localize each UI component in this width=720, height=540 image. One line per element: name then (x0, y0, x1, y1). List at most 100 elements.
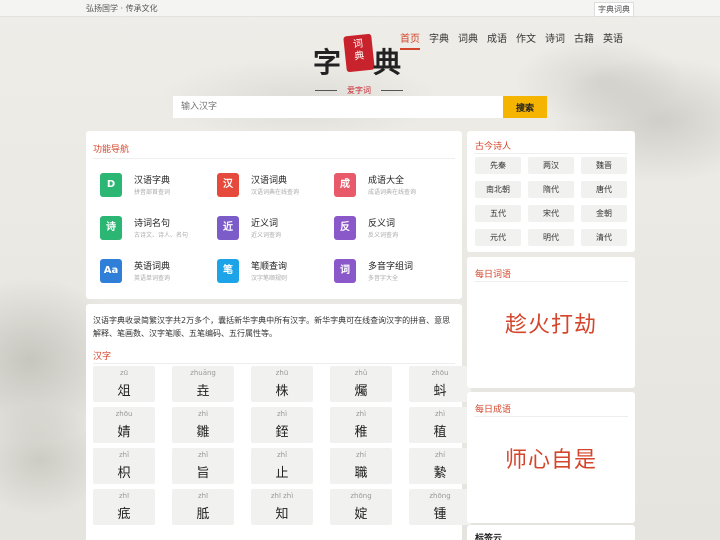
divider (93, 363, 455, 364)
hanzi-card[interactable]: zhì 雛 (172, 407, 234, 443)
hanzi-card[interactable]: zhī 疷 (93, 489, 155, 525)
function-icon: 汉 (217, 173, 239, 197)
nav-item[interactable]: 作文 (516, 30, 536, 50)
hanzi-panel: 汉语字典收录简繁汉字共2万多个，囊括新华字典中所有汉字。新华字典可在线查询汉字的… (86, 304, 471, 540)
site-slogan: 弘扬国学 · 传承文化 (86, 4, 158, 13)
brand-link[interactable]: 字典词典 (594, 2, 634, 17)
era-button[interactable]: 两汉 (528, 157, 574, 174)
function-nav-item[interactable]: 词 多音字组词 多音字大全 (334, 257, 444, 291)
nav-item[interactable]: 英语 (603, 30, 623, 50)
hanzi-card[interactable]: zū 俎 (93, 366, 155, 402)
pinyin: zhǐ (197, 451, 209, 459)
hanzi-char: 疷 (117, 507, 131, 522)
hanzi-card[interactable]: zhū 株 (251, 366, 313, 402)
pinyin: zhuāng (190, 369, 216, 377)
main-nav: 首页 字典 词典 成语 作文 诗词 古籍 英语 (400, 30, 623, 50)
function-icon: 反 (334, 216, 356, 240)
search-input[interactable] (173, 96, 503, 118)
hanzi-card[interactable]: zhí 縶 (409, 448, 471, 484)
era-button[interactable]: 魏晋 (581, 157, 627, 174)
hanzi-card[interactable]: zhǐ 旨 (172, 448, 234, 484)
pinyin: zhì (434, 410, 446, 418)
function-nav-item[interactable]: D 汉语字典 拼音部首查词 (100, 171, 210, 205)
function-name: 成语大全 (368, 176, 405, 186)
function-name: 诗词名句 (134, 219, 171, 229)
hanzi-char: 婝 (354, 507, 368, 522)
nav-item[interactable]: 诗词 (545, 30, 565, 50)
nav-item[interactable]: 首页 (400, 30, 420, 50)
function-icon: 词 (334, 259, 356, 283)
era-button[interactable]: 先秦 (475, 157, 521, 174)
era-button[interactable]: 南北朝 (475, 181, 521, 198)
search-button[interactable]: 搜索 (503, 96, 547, 118)
era-button[interactable]: 宋代 (528, 205, 574, 222)
hanzi-card[interactable]: zhī zhì 知 (251, 489, 313, 525)
pinyin: zhì (197, 410, 209, 418)
logo-seal: 词 典 (343, 33, 375, 73)
hanzi-card[interactable]: zhōu 婧 (93, 407, 155, 443)
hanzi-char: 蚪 (433, 384, 447, 399)
pinyin: zhí (355, 451, 367, 459)
era-button[interactable]: 唐代 (581, 181, 627, 198)
function-nav-item[interactable]: 近 近义词 近义词查询 (217, 214, 327, 248)
hanzi-card[interactable]: zhǐ 枳 (93, 448, 155, 484)
hanzi-card[interactable]: zhì 稚 (330, 407, 392, 443)
hanzi-card[interactable]: zhōu 蚪 (409, 366, 471, 402)
tag-cloud-title: 标签云 (475, 534, 503, 540)
logo-subtitle: 爱字词 (311, 85, 407, 96)
hanzi-card[interactable]: zhí 職 (330, 448, 392, 484)
header: 字 词 典 典 爱字词 首页字典词典成语作文诗词古籍英语 搜索 (85, 17, 635, 129)
pinyin: zū (119, 369, 129, 377)
site-logo[interactable]: 字 词 典 典 爱字词 (311, 33, 407, 101)
pinyin: zhōng (350, 492, 372, 500)
function-desc: 近义词查询 (251, 232, 282, 239)
era-button[interactable]: 隋代 (528, 181, 574, 198)
function-nav-item[interactable]: 笔 笔顺查询 汉字笔顺规则 (217, 257, 327, 291)
logo-char-2: 典 (373, 46, 402, 79)
pinyin: zhōu (431, 369, 449, 377)
function-desc: 古诗文、诗人、名句 (134, 232, 189, 239)
hanzi-card[interactable]: zhōng 婝 (330, 489, 392, 525)
hanzi-card[interactable]: zhì 稙 (409, 407, 471, 443)
daily-word-panel: 每日词语 趁火打劫 (467, 257, 635, 388)
function-name: 英语词典 (134, 262, 171, 272)
function-nav-item[interactable]: Aa 英语词典 英语单词查询 (100, 257, 210, 291)
divider (474, 281, 628, 282)
function-name: 多音字组词 (368, 262, 414, 272)
function-nav-item[interactable]: 成 成语大全 成语词典在线查询 (334, 171, 444, 205)
hanzi-card[interactable]: zhǐ 止 (251, 448, 313, 484)
nav-item[interactable]: 古籍 (574, 30, 594, 50)
function-name: 笔顺查询 (251, 262, 288, 272)
function-nav-item[interactable]: 反 反义词 反义词查询 (334, 214, 444, 248)
hanzi-char: 婧 (117, 425, 131, 440)
daily-word-title: 每日词语 (475, 270, 512, 280)
hanzi-card[interactable]: zhì 銍 (251, 407, 313, 443)
daily-word[interactable]: 趁火打劫 (467, 307, 635, 339)
nav-item[interactable]: 成语 (487, 30, 507, 50)
nav-item[interactable]: 字典 (429, 30, 449, 50)
era-button[interactable]: 五代 (475, 205, 521, 222)
era-button[interactable]: 明代 (528, 229, 574, 246)
function-name: 汉语词典 (251, 176, 288, 186)
search-bar: 搜索 (173, 96, 547, 118)
logo-seal-line-2: 典 (353, 50, 365, 63)
hanzi-char: 俎 (117, 384, 131, 399)
era-button[interactable]: 金朝 (581, 205, 627, 222)
hanzi-char: 知 (275, 507, 289, 522)
tag-cloud-panel: 标签云 (467, 525, 635, 540)
hanzi-card[interactable]: zhuāng 垚 (172, 366, 234, 402)
hanzi-section-title: 汉字 (93, 352, 112, 362)
divider (474, 153, 628, 154)
nav-item[interactable]: 词典 (458, 30, 478, 50)
daily-idiom-panel: 每日成语 师心自是 (467, 392, 635, 523)
era-button[interactable]: 清代 (581, 229, 627, 246)
hanzi-card[interactable]: zhī 胝 (172, 489, 234, 525)
hanzi-card[interactable]: zhōng 锺 (409, 489, 471, 525)
function-icon: 诗 (100, 216, 122, 240)
daily-idiom[interactable]: 师心自是 (467, 442, 635, 474)
hanzi-card[interactable]: zhǔ 爥 (330, 366, 392, 402)
function-nav-item[interactable]: 汉 汉语词典 汉语词典在线查询 (217, 171, 327, 205)
function-name: 反义词 (368, 219, 396, 229)
era-button[interactable]: 元代 (475, 229, 521, 246)
function-nav-item[interactable]: 诗 诗词名句古诗文、诗人、名句 (100, 214, 210, 248)
